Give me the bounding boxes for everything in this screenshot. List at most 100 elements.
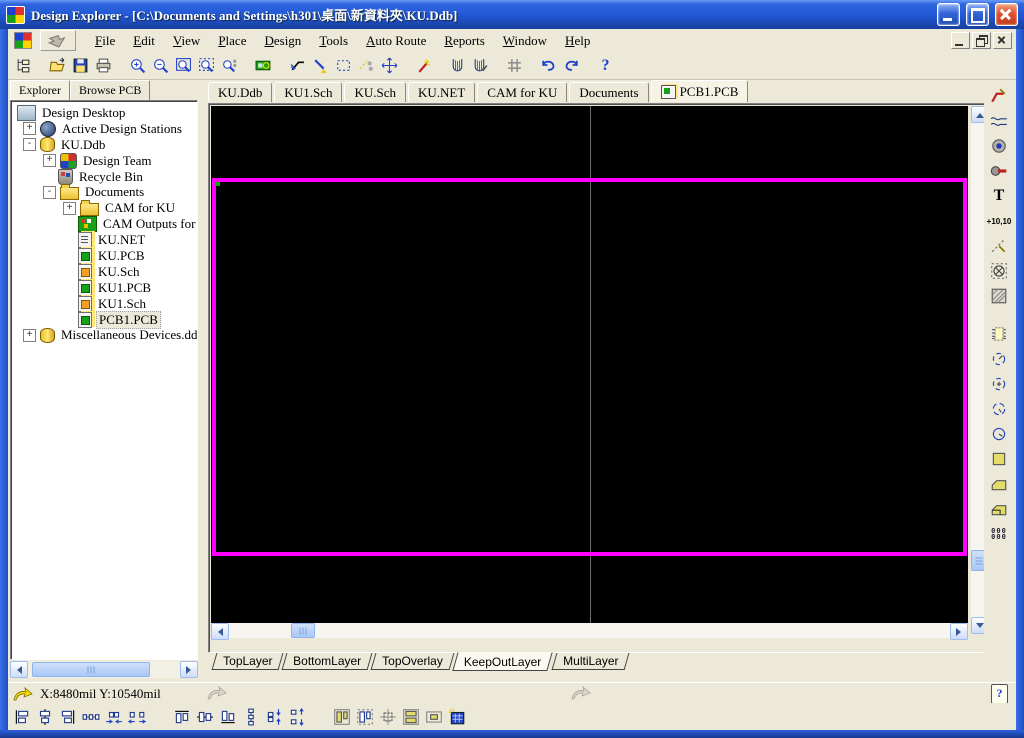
menu-file[interactable]: File xyxy=(86,31,124,51)
scroll-left-button[interactable] xyxy=(10,661,28,678)
increase-horizontal-spacing-button[interactable] xyxy=(125,706,148,728)
menu-reports[interactable]: Reports xyxy=(435,31,493,51)
place-hatched-fill-button[interactable] xyxy=(987,284,1011,308)
scroll-left-button[interactable] xyxy=(211,623,229,640)
increase-vertical-spacing-button[interactable] xyxy=(285,706,308,728)
tab-explorer[interactable]: Explorer xyxy=(10,80,70,100)
menu-window[interactable]: Window xyxy=(494,31,556,51)
component-placement-button[interactable] xyxy=(399,706,422,728)
arc-center-button[interactable] xyxy=(987,372,1011,396)
place-component-button[interactable] xyxy=(987,322,1011,346)
move-button[interactable] xyxy=(378,55,401,77)
pcb-canvas[interactable] xyxy=(211,106,968,634)
scrollbar-thumb[interactable] xyxy=(291,623,315,638)
interactive-routing-button[interactable] xyxy=(987,84,1011,108)
tab-browse-pcb[interactable]: Browse PCB xyxy=(69,80,151,100)
expand-toggle[interactable]: + xyxy=(23,122,36,136)
space-equal-vertical-button[interactable] xyxy=(239,706,262,728)
space-equal-horizontal-button[interactable] xyxy=(79,706,102,728)
wand-button[interactable] xyxy=(412,55,435,77)
tree-item-label-selected[interactable]: PCB1.PCB xyxy=(96,310,161,329)
layer-tab-topoverlay[interactable]: TopOverlay xyxy=(370,653,455,670)
close-button[interactable] xyxy=(995,3,1018,26)
scroll-right-button[interactable] xyxy=(180,661,198,678)
menu-place[interactable]: Place xyxy=(209,31,255,51)
tree-item-label[interactable]: Miscellaneous Devices.ddb xyxy=(59,327,197,343)
redo-button[interactable] xyxy=(560,55,583,77)
align-top-button[interactable] xyxy=(170,706,193,728)
menu-view[interactable]: View xyxy=(164,31,209,51)
tree-item-label[interactable]: KU.PCB xyxy=(96,248,147,264)
tree-item-ku-net[interactable]: KU.NET xyxy=(11,232,197,249)
help-button[interactable]: ? xyxy=(594,55,617,77)
tree-item-ku-sch[interactable]: KU.Sch xyxy=(11,263,197,280)
tree-item-misc-devices[interactable]: + Miscellaneous Devices.ddb xyxy=(11,327,197,343)
layer-tab-bottomlayer[interactable]: BottomLayer xyxy=(281,653,373,670)
explorer-toggle-button[interactable] xyxy=(12,55,35,77)
document-system-icon[interactable] xyxy=(14,32,32,49)
menu-design[interactable]: Design xyxy=(255,31,310,51)
tree-item-cam-for-ku[interactable]: + CAM for KU xyxy=(11,200,197,217)
place-via-button[interactable] xyxy=(987,134,1011,158)
print-button[interactable] xyxy=(92,55,115,77)
tree-item-label[interactable]: KU1.PCB xyxy=(96,280,153,296)
place-pad-button[interactable] xyxy=(987,159,1011,183)
scroll-right-button[interactable] xyxy=(950,623,968,640)
tree-item-ku1-pcb[interactable]: KU1.PCB xyxy=(11,279,197,296)
zoom-in-button[interactable] xyxy=(126,55,149,77)
zoom-document-button[interactable] xyxy=(195,55,218,77)
mdi-minimize-button[interactable] xyxy=(951,32,970,49)
shove-component-button[interactable] xyxy=(422,706,445,728)
tree-item-label[interactable]: KU.Sch xyxy=(96,264,142,280)
doc-tab-ku-sch[interactable]: KU.Sch xyxy=(344,82,406,102)
doc-tab-documents[interactable]: Documents xyxy=(569,82,649,102)
tree-item-pcb1-pcb[interactable]: PCB1.PCB xyxy=(11,310,197,329)
doc-tab-cam-for-ku[interactable]: CAM for KU xyxy=(477,82,568,102)
zoom-out-button[interactable] xyxy=(149,55,172,77)
menu-tools[interactable]: Tools xyxy=(310,31,357,51)
panel-horizontal-scrollbar[interactable] xyxy=(10,661,198,678)
layer-tab-multilayer[interactable]: MultiLayer xyxy=(551,653,630,670)
arc-track-button[interactable] xyxy=(987,109,1011,133)
place-crossed-circle-button[interactable] xyxy=(987,259,1011,283)
menu-auto-route[interactable]: Auto Route xyxy=(357,31,435,51)
tree-item-label[interactable]: Design Desktop xyxy=(40,105,127,121)
minimize-button[interactable] xyxy=(937,3,960,26)
tree-item-ku-pcb[interactable]: KU.PCB xyxy=(11,247,197,264)
select-area-button[interactable] xyxy=(332,55,355,77)
context-help-icon[interactable]: ? xyxy=(991,684,1008,704)
paste-array-special-button[interactable] xyxy=(445,706,468,728)
place-fill-button[interactable] xyxy=(987,447,1011,471)
tree-item-ku-ddb[interactable]: - KU.Ddb xyxy=(11,137,197,153)
decrease-horizontal-spacing-button[interactable] xyxy=(102,706,125,728)
canvas-horizontal-scrollbar[interactable] xyxy=(211,623,968,640)
browse-pcb-button[interactable] xyxy=(252,55,275,77)
expand-toggle[interactable]: - xyxy=(23,138,36,152)
mdi-close-button[interactable] xyxy=(993,32,1012,49)
expand-toggle[interactable]: - xyxy=(43,185,56,199)
tree-item-label[interactable]: Documents xyxy=(83,184,146,200)
tree-item-label[interactable]: Design Team xyxy=(81,153,154,169)
align-left-button[interactable] xyxy=(10,706,33,728)
arc-angle-button[interactable] xyxy=(987,397,1011,421)
tree-item-design-team[interactable]: + Design Team xyxy=(11,152,197,169)
align-right-button[interactable] xyxy=(56,706,79,728)
expand-toggle[interactable]: + xyxy=(43,154,56,168)
tree-item-label[interactable]: Active Design Stations xyxy=(60,121,184,137)
tree-item-design-desktop[interactable]: Design Desktop xyxy=(11,104,197,121)
arrange-in-room-button[interactable] xyxy=(330,706,353,728)
arc-edge-button[interactable] xyxy=(987,347,1011,371)
expand-toggle[interactable]: + xyxy=(63,201,76,215)
zoom-area-button[interactable] xyxy=(172,55,195,77)
mesh-shield-pen-button[interactable] xyxy=(469,55,492,77)
tree-item-label[interactable]: KU.Ddb xyxy=(59,137,107,153)
full-circle-button[interactable] xyxy=(987,422,1011,446)
layer-tab-keepoutlayer[interactable]: KeepOutLayer xyxy=(452,652,554,671)
mesh-shield-button[interactable] xyxy=(446,55,469,77)
cutter-button[interactable] xyxy=(286,55,309,77)
doc-tab-ku-net[interactable]: KU.NET xyxy=(407,82,476,102)
align-bottom-button[interactable] xyxy=(216,706,239,728)
place-string-button[interactable]: T xyxy=(987,184,1011,208)
place-coordinate-button[interactable]: +10,10 xyxy=(987,209,1012,233)
move-to-grid-button[interactable] xyxy=(376,706,399,728)
